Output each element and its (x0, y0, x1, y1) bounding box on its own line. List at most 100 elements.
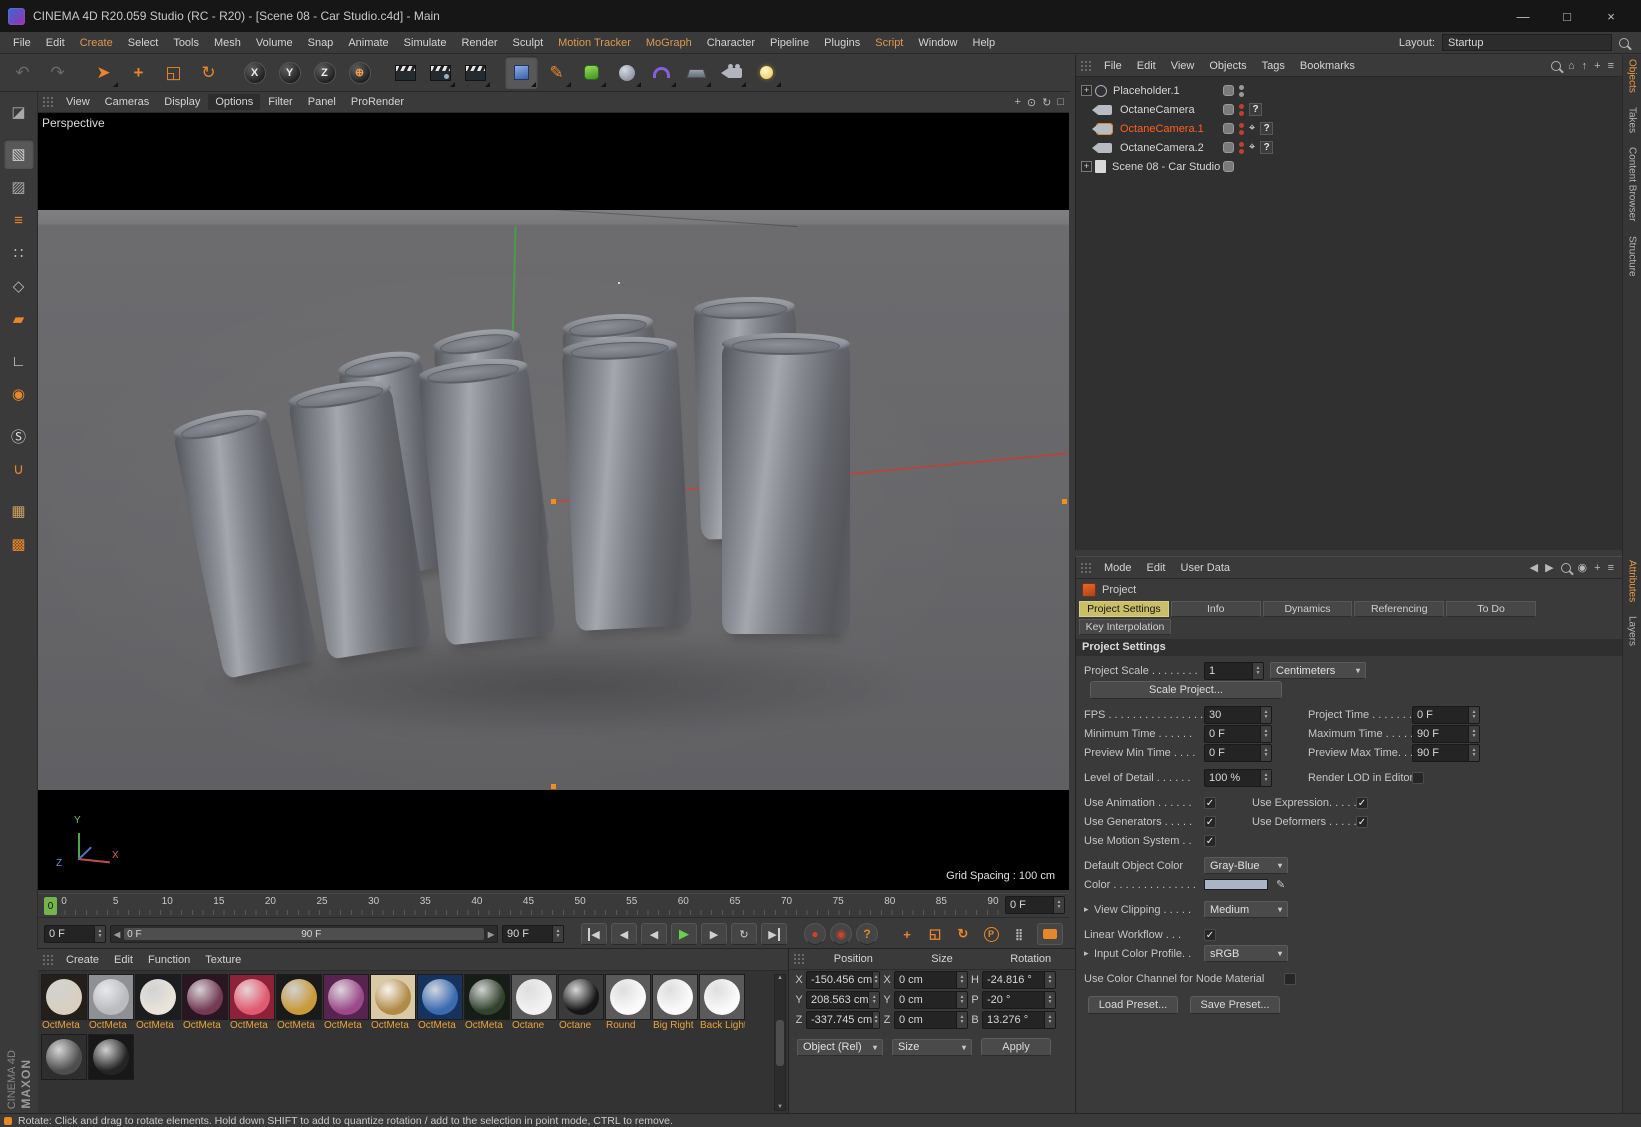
object-manager-menu-tags[interactable]: Tags (1255, 58, 1292, 74)
play-button[interactable]: ▶ (671, 923, 697, 945)
light-button[interactable] (750, 56, 783, 89)
expand-arrow-icon[interactable]: ▸ (1084, 948, 1094, 959)
material-item[interactable]: OctMeta (229, 974, 275, 1033)
object-row-placeholder-1[interactable]: + Placeholder.1 (1076, 81, 1622, 100)
object-name[interactable]: Placeholder.1 (1110, 85, 1183, 97)
material-item[interactable]: OctMeta (370, 974, 416, 1033)
object-row-scene-08-car-studio[interactable]: + Scene 08 - Car Studio (1076, 157, 1622, 176)
object-name[interactable]: OctaneCamera.2 (1117, 142, 1207, 154)
layer-toggle[interactable] (1223, 104, 1234, 115)
spin-down-icon[interactable]: ▼ (98, 934, 103, 939)
color-picker-icon[interactable]: ✎ (1276, 878, 1285, 891)
workplane-mode-button[interactable]: ≡ (4, 205, 34, 235)
render-picture-viewer-button[interactable] (424, 56, 457, 89)
spin-down-icon[interactable]: ▼ (874, 980, 879, 985)
layer-toggle[interactable] (1223, 142, 1234, 153)
menu-select[interactable]: Select (121, 35, 166, 51)
floor-button[interactable] (680, 56, 713, 89)
maximize-button[interactable]: □ (1545, 1, 1589, 31)
pan-view-icon[interactable]: + (1014, 96, 1020, 109)
end-frame-field[interactable]: 90 F ▲ ▼ (502, 925, 564, 943)
material-manager-menu-function[interactable]: Function (141, 952, 197, 968)
spin-down-icon[interactable]: ▼ (556, 934, 561, 939)
minimize-button[interactable]: — (1501, 1, 1545, 31)
position-y-field[interactable]: 208.563 cm ▲ ▼ (806, 991, 880, 1009)
material-item[interactable] (88, 1034, 134, 1093)
minimum-time-field[interactable]: 0 F ▲ ▼ (1204, 724, 1272, 743)
previous-frame-button[interactable]: ◀ (641, 923, 667, 945)
visibility-dots[interactable] (1239, 103, 1244, 116)
make-editable-button[interactable]: ◪ (4, 97, 34, 127)
material-item[interactable]: Back Light (699, 974, 745, 1033)
material-scrollbar[interactable]: ▲ ▼ (774, 974, 786, 1111)
add-icon[interactable]: + (1594, 60, 1600, 72)
spinner-arrows[interactable]: ▲ ▼ (1468, 706, 1479, 723)
material-manager-menu-texture[interactable]: Texture (198, 952, 248, 968)
spinner-arrows[interactable]: ▲ ▼ (872, 972, 879, 988)
enable-snap-button[interactable]: Ⓢ (4, 421, 34, 451)
can-model[interactable] (418, 363, 556, 646)
scene-3d[interactable] (38, 210, 1069, 790)
viewport-menu-panel[interactable]: Panel (301, 94, 343, 110)
spin-down-icon[interactable]: ▼ (1057, 905, 1062, 910)
toggle-view-icon[interactable]: □ (1057, 96, 1064, 109)
pen-spline-button[interactable]: ✎ (540, 56, 573, 89)
side-tab-layers[interactable]: Layers (1627, 616, 1638, 646)
record-parameter-button[interactable]: P (979, 923, 1003, 945)
up-icon[interactable]: ↑ (1582, 60, 1588, 72)
axis-handle-dot[interactable] (551, 499, 556, 504)
goto-start-button[interactable]: ◀ (581, 923, 607, 945)
record-keyframe-button[interactable]: ● (804, 923, 826, 945)
search-icon[interactable] (1560, 562, 1571, 573)
spin-down-icon[interactable]: ▼ (1264, 714, 1269, 720)
menu-help[interactable]: Help (966, 35, 1003, 51)
home-icon[interactable]: ⌂ (1568, 60, 1575, 72)
object-row-octanecamera-1[interactable]: OctaneCamera.1 ⌖? (1076, 119, 1622, 138)
expand-arrow-icon[interactable]: ▸ (1084, 904, 1094, 915)
rotate-tool[interactable]: ↻ (192, 56, 225, 89)
linear-workflow-checkbox[interactable]: ✓ (1204, 928, 1216, 941)
spin-down-icon[interactable]: ▼ (960, 1000, 965, 1005)
undo-button[interactable]: ↶ (6, 56, 39, 89)
axis-mode-button[interactable]: ∟ (4, 346, 34, 376)
camera-button[interactable] (715, 56, 748, 89)
level-of-detail-field[interactable]: 100 % ▲ ▼ (1204, 768, 1272, 787)
object-manager-menu-edit[interactable]: Edit (1130, 58, 1163, 74)
side-tab-attributes[interactable]: Attributes (1627, 560, 1638, 602)
side-tab-content-browser[interactable]: Content Browser (1627, 147, 1638, 221)
spinner-arrows[interactable]: ▲ ▼ (1468, 725, 1479, 742)
layer-toggle[interactable] (1223, 85, 1234, 96)
search-icon[interactable] (1550, 60, 1561, 71)
material-manager-menu-edit[interactable]: Edit (107, 952, 140, 968)
spin-down-icon[interactable]: ▼ (1048, 1020, 1053, 1025)
axis-handle-dot[interactable] (551, 784, 556, 789)
object-mode-select[interactable]: Object (Rel) ▾ (797, 1038, 883, 1056)
history-back-icon[interactable]: ◀ (1530, 561, 1538, 574)
timeline-ruler[interactable]: 0 0 5 10 15 20 25 30 35 40 45 50 55 60 65 70 75 80 85 90 0… (38, 893, 1069, 918)
project-time-field[interactable]: 0 F ▲ ▼ (1412, 705, 1480, 724)
camera-label[interactable]: Perspective (42, 116, 105, 130)
material-item[interactable]: OctMeta (41, 974, 87, 1033)
menu-tools[interactable]: Tools (166, 35, 206, 51)
close-button[interactable]: × (1589, 1, 1633, 31)
material-item[interactable]: OctMeta (276, 974, 322, 1033)
y-axis-lock-button[interactable]: Y (273, 56, 306, 89)
use-generators-checkbox[interactable]: ✓ (1204, 815, 1216, 828)
preview-max-time-field[interactable]: 90 F ▲ ▼ (1412, 743, 1480, 762)
menu-file[interactable]: File (6, 35, 38, 51)
spinner-arrows[interactable]: ▲ ▼ (1044, 992, 1055, 1008)
side-tab-structure[interactable]: Structure (1627, 236, 1638, 277)
tab-dynamics[interactable]: Dynamics (1262, 601, 1353, 617)
editor-visibility-dot[interactable] (1239, 103, 1244, 109)
material-item[interactable]: Octane (558, 974, 604, 1033)
record-scale-button[interactable]: ◱ (923, 923, 947, 945)
unknown-tag-icon[interactable]: ? (1249, 103, 1262, 116)
scale-tool[interactable]: ◱ (157, 56, 190, 89)
menu-window[interactable]: Window (911, 35, 964, 51)
menu-motion-tracker[interactable]: Motion Tracker (551, 35, 638, 51)
unknown-plugin-button[interactable]: ? (856, 923, 878, 945)
dolly-view-icon[interactable]: ⊙ (1027, 96, 1036, 109)
spin-down-icon[interactable]: ▼ (1472, 714, 1477, 720)
unknown-tag-icon[interactable]: ? (1260, 141, 1274, 154)
rotation-p-field[interactable]: -20 ° ▲ ▼ (982, 991, 1056, 1009)
